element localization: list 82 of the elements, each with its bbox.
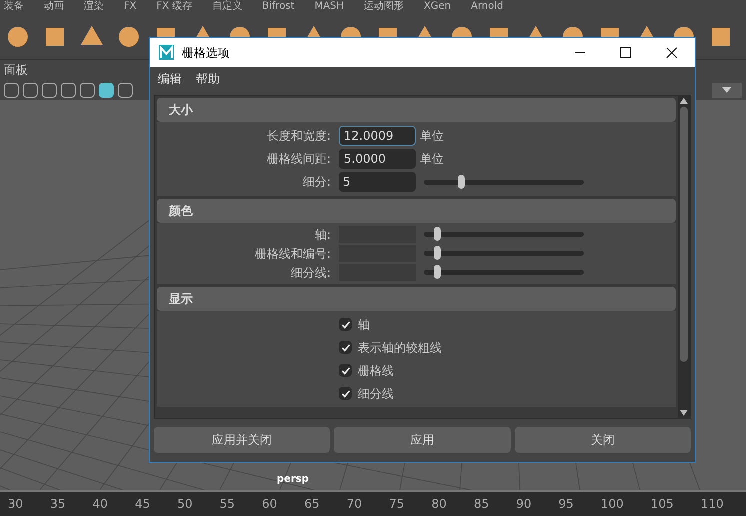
scrollbar[interactable] bbox=[678, 96, 690, 418]
shelf-tab[interactable]: 自定义 bbox=[212, 1, 242, 13]
shelf-tab[interactable]: Arnold bbox=[471, 1, 504, 13]
checkbox[interactable] bbox=[339, 387, 352, 400]
close-icon[interactable] bbox=[666, 46, 678, 58]
viewport-tool-icon[interactable] bbox=[118, 82, 133, 98]
field-label: 长度和宽度: bbox=[266, 128, 332, 144]
unit-label: 单位 bbox=[420, 150, 444, 168]
viewport-tool-icon[interactable] bbox=[61, 82, 76, 98]
timeline-tick-label: 70 bbox=[346, 496, 362, 513]
shelf-tab[interactable]: 装备 bbox=[4, 1, 24, 13]
dialog-button[interactable]: 应用 bbox=[334, 427, 511, 453]
field-label: 栅格线和编号: bbox=[254, 246, 332, 262]
viewport-tool-icon[interactable] bbox=[80, 82, 95, 98]
checkbox-label: 轴 bbox=[358, 316, 370, 334]
dropdown-field[interactable] bbox=[712, 82, 742, 98]
section-header[interactable]: 显示 bbox=[157, 287, 676, 311]
number-field[interactable]: 5 bbox=[339, 172, 416, 192]
field-label: 轴: bbox=[314, 226, 332, 244]
timeline-tick-label: 75 bbox=[389, 496, 405, 513]
checkmark-icon bbox=[340, 342, 350, 352]
slider-thumb[interactable] bbox=[458, 174, 465, 188]
timeline-tick-label: 65 bbox=[304, 496, 320, 513]
section-header[interactable]: 颜色 bbox=[157, 199, 676, 223]
checkbox[interactable] bbox=[339, 318, 352, 331]
timeline-tick-label: 90 bbox=[516, 496, 532, 513]
viewport-tool-icon[interactable] bbox=[99, 82, 114, 98]
camera-label: persp bbox=[277, 473, 309, 487]
shelf-tab[interactable]: MASH bbox=[314, 1, 344, 13]
viewport-tool-icon[interactable] bbox=[42, 82, 57, 98]
shelf-tab[interactable]: Bifrost bbox=[262, 1, 295, 13]
checkmark-icon bbox=[340, 388, 350, 398]
shelf-tab[interactable]: FX bbox=[124, 1, 137, 13]
timeline-tick-label: 45 bbox=[135, 496, 150, 513]
timeline-tick-label: 40 bbox=[92, 496, 108, 513]
section-header[interactable]: 大小 bbox=[157, 98, 676, 122]
slider-thumb[interactable] bbox=[434, 246, 441, 260]
timeline-tick-label: 55 bbox=[220, 496, 236, 513]
shelf-tab[interactable]: 动画 bbox=[44, 1, 64, 13]
field-label: 细分: bbox=[302, 174, 332, 191]
timeline-tick-label: 60 bbox=[262, 496, 278, 513]
checkbox-label: 细分线 bbox=[358, 386, 394, 402]
unit-label: 单位 bbox=[420, 128, 444, 144]
panel-menu[interactable]: 面板 bbox=[4, 61, 28, 79]
checkbox[interactable] bbox=[339, 364, 352, 377]
checkbox-label: 表示轴的较粗线 bbox=[358, 340, 442, 356]
shelf-tab[interactable]: FX 缓存 bbox=[156, 1, 192, 13]
shelf-tab[interactable]: 渲染 bbox=[84, 1, 104, 13]
scrollbar-thumb[interactable] bbox=[680, 107, 688, 362]
slider-thumb[interactable] bbox=[434, 265, 441, 279]
scroll-down-icon[interactable] bbox=[680, 410, 688, 416]
timeline-tick-label: 85 bbox=[474, 496, 490, 513]
window-title: 栅格选项 bbox=[182, 44, 230, 62]
slider-thumb[interactable] bbox=[434, 227, 441, 241]
timeline-tick-label: 95 bbox=[558, 496, 574, 513]
checkbox[interactable] bbox=[339, 341, 352, 354]
dialog-button[interactable]: 应用并关闭 bbox=[154, 427, 330, 453]
timeline-tick-label: 80 bbox=[432, 496, 447, 513]
shelf-tab[interactable]: 运动图形 bbox=[364, 1, 404, 13]
maximize-icon[interactable] bbox=[620, 46, 632, 58]
timeline-tick-label: 105 bbox=[651, 496, 674, 513]
field-label: 细分线: bbox=[290, 264, 332, 282]
timeline-tick-label: 110 bbox=[701, 496, 724, 513]
field-label: 栅格线间距: bbox=[266, 150, 332, 168]
timeline-tick-label: 100 bbox=[601, 496, 624, 513]
checkbox-label: 栅格线 bbox=[358, 362, 394, 380]
viewport-tool-icon[interactable] bbox=[4, 82, 19, 98]
timeline-tick-label: 50 bbox=[177, 496, 193, 513]
menu-item[interactable]: 编辑 bbox=[158, 70, 182, 88]
scroll-up-icon[interactable] bbox=[680, 98, 688, 104]
shelf-tab[interactable]: XGen bbox=[424, 1, 452, 13]
number-field[interactable]: 12.0009 bbox=[339, 126, 416, 146]
timeline-tick-label: 30 bbox=[8, 496, 24, 513]
number-field[interactable]: 5.0000 bbox=[339, 148, 416, 168]
viewport-tool-icon[interactable] bbox=[23, 82, 38, 98]
app-logo-icon bbox=[159, 45, 174, 60]
checkmark-icon bbox=[340, 366, 350, 376]
menu-item[interactable]: 帮助 bbox=[196, 70, 220, 88]
checkmark-icon bbox=[340, 320, 350, 330]
dialog-button[interactable]: 关闭 bbox=[514, 427, 691, 453]
timeline-tick-label: 35 bbox=[50, 496, 66, 513]
caret-icon bbox=[722, 87, 732, 93]
